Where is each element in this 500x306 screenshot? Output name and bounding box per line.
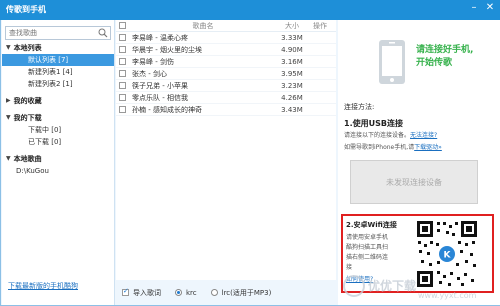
connect-panel: 请连接好手机, 开始传歌 连接方法: 1.使用USB连接 请连接以下的连接设备。… (338, 20, 500, 305)
song-list-header: 歌曲名 大小 操作 (116, 20, 336, 32)
no-device-button[interactable]: 未发现连接设备 (350, 160, 478, 204)
download-item-downloaded[interactable]: 已下载 [0] (2, 136, 114, 148)
song-checkbox[interactable] (118, 70, 126, 77)
cannot-connect-link[interactable]: 无法连接? (410, 132, 437, 139)
song-size: 3.43M (281, 105, 303, 114)
song-size: 3.23M (281, 81, 303, 90)
download-mobile-kugou-link[interactable]: 下载最新版的手机酷狗 (8, 281, 78, 291)
wifi-connect-box: 2.安卓Wifi连接 请使用安卓手机 酷狗扫描工具扫 描右侧二维码连 接 如何使… (341, 214, 494, 293)
phone-icon (379, 40, 405, 84)
wifi-description: 请使用安卓手机 酷狗扫描工具扫 描右侧二维码连 接 (346, 233, 388, 273)
song-size: 3.95M (281, 69, 303, 78)
lyrics-options-bar: 导入歌词 krc lrc(适用于MP3) (116, 280, 336, 305)
song-row[interactable]: 零点乐队 - 相信我 4.26M (116, 92, 336, 104)
song-checkbox[interactable] (118, 106, 126, 113)
how-to-use-link[interactable]: 如何使用? (346, 274, 373, 283)
song-name: 张杰 - 剑心 (132, 69, 167, 78)
select-all-checkbox[interactable] (118, 22, 126, 29)
header-name[interactable]: 歌曲名 (128, 21, 278, 31)
song-row[interactable]: 孙楠 - 感知成长的神奇 3.43M (116, 104, 336, 116)
playlist-tree: ▼ 本地列表 默认列表 [7] 新建列表1 [4] 新建列表2 [1] ▶ 我的… (2, 42, 114, 177)
song-name: 李易峰 - 剑伤 (132, 57, 174, 66)
song-row[interactable]: 李易峰 - 剑伤 3.16M (116, 56, 336, 68)
song-row[interactable]: 华晨宇 - 烟火里的尘埃 4.90M (116, 44, 336, 56)
song-name: 零点乐队 - 相信我 (132, 93, 188, 102)
usb-instruction-text: 请连接以下的连接设备。 (344, 132, 411, 139)
qr-code-icon: K (415, 219, 479, 289)
import-lyrics-checkbox[interactable] (122, 287, 129, 296)
song-list-panel: 歌曲名 大小 操作 李易峰 - 温柔心疼 3.33M 华晨宇 - 烟火里的尘埃 … (116, 20, 336, 305)
svg-text:K: K (444, 251, 452, 261)
method-title: 连接方法: (344, 103, 375, 111)
song-size: 4.90M (281, 45, 303, 54)
header-op: 操作 (313, 21, 327, 30)
krc-radio[interactable] (175, 289, 182, 296)
song-row[interactable]: 李易峰 - 温柔心疼 3.33M (116, 32, 336, 44)
song-size: 4.26M (281, 93, 303, 102)
connect-prompt: 请连接好手机, 开始传歌 (416, 44, 473, 70)
iphone-instruction-text: 如需导歌到iPhone手机,请 (344, 144, 415, 151)
local-folder-item[interactable]: D:\KuGou (2, 165, 114, 177)
wifi-title: 2.安卓Wifi连接 (346, 221, 397, 229)
song-name: 李易峰 - 温柔心疼 (132, 33, 188, 42)
window-controls: – ✕ (468, 2, 496, 14)
download-item-downloading[interactable]: 下载中 [0] (2, 124, 114, 136)
wifi-desc-line: 接 (346, 264, 353, 271)
song-name: 筷子兄弟 - 小苹果 (132, 81, 188, 90)
song-size: 3.33M (281, 33, 303, 42)
connect-prompt-line2: 开始传歌 (416, 58, 453, 68)
wifi-desc-line: 请使用安卓手机 (346, 234, 389, 241)
song-checkbox[interactable] (118, 46, 126, 53)
group-local-list[interactable]: ▼ 本地列表 (2, 42, 114, 54)
lrc-label: lrc(适用于MP3) (221, 288, 272, 297)
song-row[interactable]: 张杰 - 剑心 3.95M (116, 68, 336, 80)
song-row[interactable]: 筷子兄弟 - 小苹果 3.23M (116, 80, 336, 92)
song-size: 3.16M (281, 57, 303, 66)
expand-triangle-icon: ▼ (6, 155, 11, 162)
collapse-triangle-icon: ▶ (6, 97, 11, 104)
window-title: 传歌到手机 (6, 5, 46, 14)
playlist-item-new2[interactable]: 新建列表2 [1] (2, 78, 114, 90)
song-name: 孙楠 - 感知成长的神奇 (132, 105, 202, 114)
search-box (5, 26, 111, 40)
song-checkbox[interactable] (118, 58, 126, 65)
search-input[interactable] (6, 27, 96, 39)
song-name: 华晨宇 - 烟火里的尘埃 (132, 45, 202, 54)
expand-triangle-icon: ▼ (6, 114, 11, 121)
expand-triangle-icon: ▼ (6, 44, 11, 51)
song-checkbox[interactable] (118, 82, 126, 89)
group-label: 我的收藏 (13, 97, 42, 105)
playlist-item-new1[interactable]: 新建列表1 [4] (2, 66, 114, 78)
search-icon[interactable] (98, 28, 108, 38)
sidebar: ▼ 本地列表 默认列表 [7] 新建列表1 [4] 新建列表2 [1] ▶ 我的… (2, 20, 115, 305)
download-driver-link[interactable]: 下载驱动» (414, 144, 442, 151)
header-size[interactable]: 大小 (278, 21, 306, 31)
minimize-button[interactable]: – (468, 2, 480, 14)
usb-instruction-2: 如需导歌到iPhone手机,请下载驱动» (344, 142, 442, 151)
connect-prompt-line1: 请连接好手机, (416, 45, 474, 55)
usb-title: 1.使用USB连接 (344, 119, 403, 128)
usb-instruction-1: 请连接以下的连接设备。无法连接? (344, 130, 437, 139)
song-checkbox[interactable] (118, 34, 126, 41)
main-area: ▼ 本地列表 默认列表 [7] 新建列表1 [4] 新建列表2 [1] ▶ 我的… (0, 20, 500, 306)
lrc-radio[interactable] (210, 289, 218, 296)
group-label: 我的下载 (13, 114, 42, 122)
group-favorites[interactable]: ▶ 我的收藏 (2, 95, 114, 107)
wifi-desc-line: 酷狗扫描工具扫 (346, 244, 389, 251)
group-label: 本地歌曲 (13, 155, 42, 163)
title-bar: 传歌到手机 – ✕ (0, 0, 500, 20)
import-lyrics-label: 导入歌词 (133, 288, 161, 297)
krc-label: krc (186, 288, 197, 297)
close-button[interactable]: ✕ (484, 2, 496, 14)
song-checkbox[interactable] (118, 94, 126, 101)
wifi-desc-line: 描右侧二维码连 (346, 254, 389, 261)
group-downloads[interactable]: ▼ 我的下载 (2, 112, 114, 124)
group-local-songs[interactable]: ▼ 本地歌曲 (2, 153, 114, 165)
group-label: 本地列表 (13, 44, 42, 52)
playlist-item-default[interactable]: 默认列表 [7] (2, 54, 114, 66)
